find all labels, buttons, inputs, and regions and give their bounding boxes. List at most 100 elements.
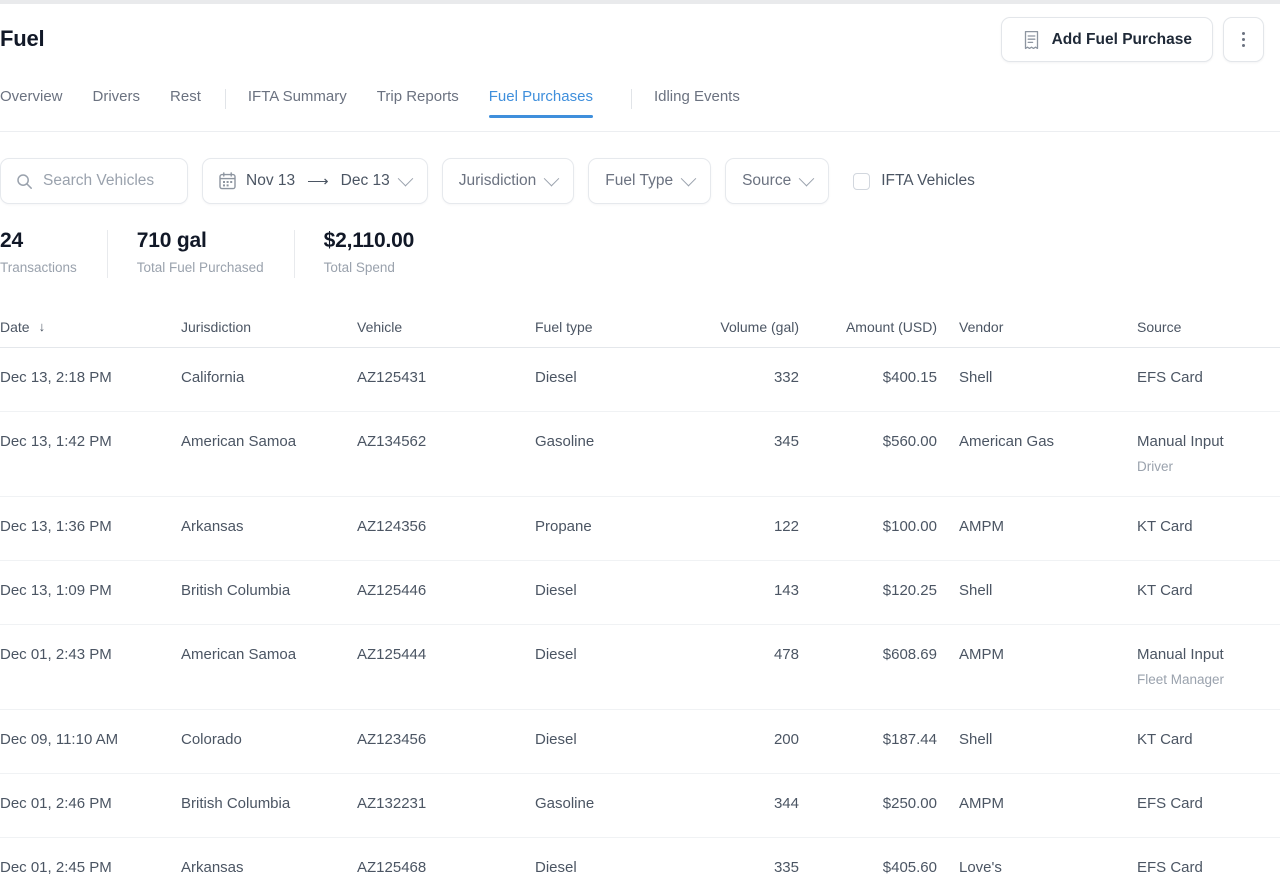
summary-stats: 24 Transactions 710 gal Total Fuel Purch… bbox=[0, 228, 1280, 286]
cell-amount: $120.25 bbox=[799, 581, 937, 601]
cell-date: Dec 13, 1:36 PM bbox=[0, 517, 181, 537]
cell-volume: 332 bbox=[683, 368, 799, 388]
cell-date: Dec 01, 2:45 PM bbox=[0, 858, 181, 878]
search-vehicles-input[interactable]: Search Vehicles bbox=[0, 158, 188, 204]
cell-date: Dec 13, 1:42 PM bbox=[0, 432, 181, 452]
cell-jurisdiction: British Columbia bbox=[181, 794, 357, 814]
tab-idling-events[interactable]: Idling Events bbox=[654, 88, 740, 118]
cell-volume: 478 bbox=[683, 645, 799, 665]
cell-jurisdiction: Colorado bbox=[181, 730, 357, 750]
cell-volume: 143 bbox=[683, 581, 799, 601]
cell-source: KT Card bbox=[1115, 517, 1280, 537]
column-header-volume[interactable]: Volume (gal) bbox=[683, 318, 799, 336]
sort-descending-icon: ↓ bbox=[39, 319, 46, 336]
fuel-type-filter-label: Fuel Type bbox=[605, 172, 673, 190]
cell-volume: 345 bbox=[683, 432, 799, 452]
more-options-button[interactable] bbox=[1223, 17, 1264, 62]
stat-transactions: 24 Transactions bbox=[0, 228, 107, 275]
cell-source-main: EFS Card bbox=[1137, 368, 1280, 388]
fuel-purchases-table: Date↓ Jurisdiction Vehicle Fuel type Vol… bbox=[0, 308, 1280, 878]
tab-overview[interactable]: Overview bbox=[0, 88, 63, 118]
cell-source-subtext: Fleet Manager bbox=[1137, 671, 1280, 689]
fuel-type-filter[interactable]: Fuel Type bbox=[588, 158, 711, 204]
add-fuel-purchase-button[interactable]: Add Fuel Purchase bbox=[1001, 17, 1213, 62]
cell-amount: $187.44 bbox=[799, 730, 937, 750]
cell-amount: $100.00 bbox=[799, 517, 937, 537]
tab-trip-reports[interactable]: Trip Reports bbox=[377, 88, 459, 118]
cell-vendor: Love's bbox=[937, 858, 1115, 878]
cell-volume: 122 bbox=[683, 517, 799, 537]
table-row[interactable]: Dec 01, 2:43 PM American Samoa AZ125444 … bbox=[0, 625, 1280, 710]
filter-bar: Search Vehicles Nov 13 ⟶ Dec 13 bbox=[0, 158, 1280, 204]
window-top-strip bbox=[0, 0, 1280, 4]
cell-vendor: AMPM bbox=[937, 794, 1115, 814]
cell-amount: $405.60 bbox=[799, 858, 937, 878]
kebab-menu-icon bbox=[1242, 32, 1245, 47]
date-range-filter[interactable]: Nov 13 ⟶ Dec 13 bbox=[202, 158, 428, 204]
column-header-fuel-type[interactable]: Fuel type bbox=[535, 318, 683, 336]
column-header-amount[interactable]: Amount (USD) bbox=[799, 318, 937, 336]
cell-jurisdiction: American Samoa bbox=[181, 432, 357, 452]
cell-source: Manual Input Fleet Manager bbox=[1115, 645, 1280, 688]
table-row[interactable]: Dec 13, 1:42 PM American Samoa AZ134562 … bbox=[0, 412, 1280, 497]
ifta-vehicles-checkbox[interactable]: IFTA Vehicles bbox=[853, 172, 975, 190]
search-placeholder: Search Vehicles bbox=[43, 172, 154, 190]
tab-drivers[interactable]: Drivers bbox=[93, 88, 141, 118]
chevron-down-icon bbox=[681, 170, 697, 186]
table-row[interactable]: Dec 01, 2:45 PM Arkansas AZ125468 Diesel… bbox=[0, 838, 1280, 878]
table-row[interactable]: Dec 09, 11:10 AM Colorado AZ123456 Diese… bbox=[0, 710, 1280, 774]
cell-source: EFS Card bbox=[1115, 794, 1280, 814]
column-header-jurisdiction[interactable]: Jurisdiction bbox=[181, 318, 357, 336]
cell-vehicle: AZ123456 bbox=[357, 730, 535, 750]
receipt-icon bbox=[1022, 30, 1041, 50]
table-row[interactable]: Dec 01, 2:46 PM British Columbia AZ13223… bbox=[0, 774, 1280, 838]
stat-total-fuel-label: Total Fuel Purchased bbox=[137, 260, 264, 275]
cell-volume: 344 bbox=[683, 794, 799, 814]
cell-jurisdiction: Arkansas bbox=[181, 517, 357, 537]
stat-transactions-label: Transactions bbox=[0, 260, 77, 275]
add-fuel-purchase-label: Add Fuel Purchase bbox=[1052, 31, 1192, 49]
cell-vehicle: AZ125444 bbox=[357, 645, 535, 665]
table-row[interactable]: Dec 13, 2:18 PM California AZ125431 Dies… bbox=[0, 348, 1280, 412]
cell-amount: $250.00 bbox=[799, 794, 937, 814]
cell-date: Dec 13, 2:18 PM bbox=[0, 368, 181, 388]
tab-ifta-summary[interactable]: IFTA Summary bbox=[248, 88, 347, 118]
chevron-down-icon bbox=[799, 170, 815, 186]
cell-fuel-type: Diesel bbox=[535, 368, 683, 388]
calendar-icon bbox=[219, 172, 236, 190]
cell-amount: $560.00 bbox=[799, 432, 937, 452]
cell-vehicle: AZ125431 bbox=[357, 368, 535, 388]
cell-jurisdiction: American Samoa bbox=[181, 645, 357, 665]
cell-date: Dec 13, 1:09 PM bbox=[0, 581, 181, 601]
cell-vendor: Shell bbox=[937, 368, 1115, 388]
stat-total-fuel-purchased: 710 gal Total Fuel Purchased bbox=[107, 228, 294, 275]
tab-fuel-purchases[interactable]: Fuel Purchases bbox=[489, 88, 593, 118]
table-row[interactable]: Dec 13, 1:36 PM Arkansas AZ124356 Propan… bbox=[0, 497, 1280, 561]
stat-total-spend: $2,110.00 Total Spend bbox=[294, 228, 444, 275]
stat-transactions-value: 24 bbox=[0, 228, 77, 254]
jurisdiction-filter[interactable]: Jurisdiction bbox=[442, 158, 575, 204]
tab-group-divider-1 bbox=[225, 89, 226, 109]
cell-source-main: KT Card bbox=[1137, 517, 1280, 537]
chevron-down-icon bbox=[544, 170, 560, 186]
column-header-vehicle[interactable]: Vehicle bbox=[357, 318, 535, 336]
cell-fuel-type: Diesel bbox=[535, 581, 683, 601]
cell-fuel-type: Diesel bbox=[535, 645, 683, 665]
date-range-arrow-icon: ⟶ bbox=[305, 172, 331, 190]
tab-rest[interactable]: Rest bbox=[170, 88, 201, 118]
column-header-vendor[interactable]: Vendor bbox=[937, 318, 1115, 336]
cell-source: EFS Card bbox=[1115, 368, 1280, 388]
cell-vendor: Shell bbox=[937, 730, 1115, 750]
cell-vendor: AMPM bbox=[937, 645, 1115, 665]
stat-total-spend-label: Total Spend bbox=[324, 260, 414, 275]
cell-date: Dec 01, 2:43 PM bbox=[0, 645, 181, 665]
column-header-source[interactable]: Source bbox=[1115, 318, 1280, 336]
cell-fuel-type: Diesel bbox=[535, 858, 683, 878]
cell-date: Dec 09, 11:10 AM bbox=[0, 730, 181, 750]
cell-vehicle: AZ125446 bbox=[357, 581, 535, 601]
cell-volume: 200 bbox=[683, 730, 799, 750]
table-row[interactable]: Dec 13, 1:09 PM British Columbia AZ12544… bbox=[0, 561, 1280, 625]
source-filter[interactable]: Source bbox=[725, 158, 829, 204]
cell-vendor: AMPM bbox=[937, 517, 1115, 537]
column-header-date[interactable]: Date↓ bbox=[0, 318, 181, 336]
